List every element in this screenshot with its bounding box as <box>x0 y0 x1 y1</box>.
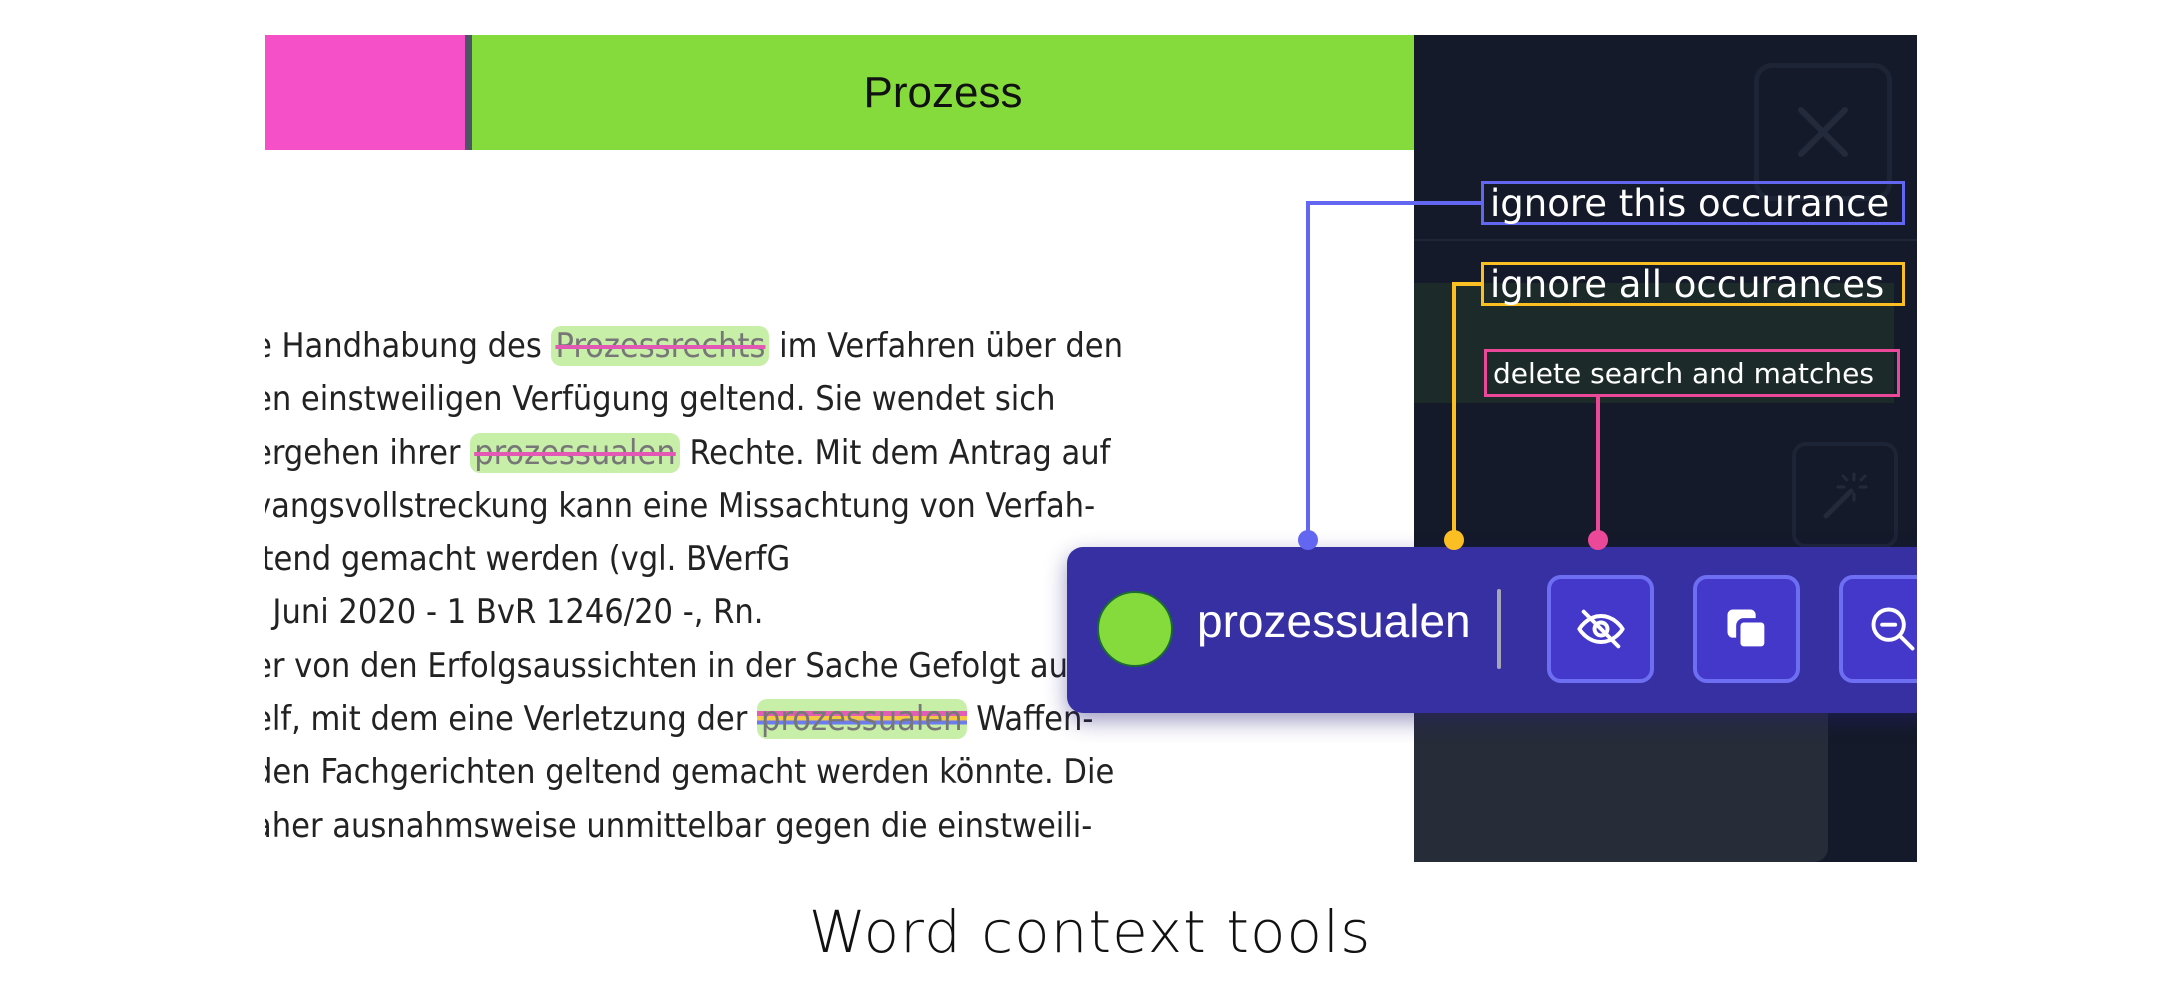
text-run: ltend gemacht werden (vgl. BVerfG <box>265 539 791 580</box>
document-line: ergehen ihrer prozessualen Rechte. Mit d… <box>265 427 1153 480</box>
eye-off-icon <box>1576 609 1625 649</box>
magic-wand-icon <box>1823 472 1868 519</box>
text-run: . Juni 2020 - 1 BvR 1246/20 -, Rn. <box>265 592 764 633</box>
copy-icon <box>1727 609 1769 651</box>
zoom-out-icon <box>1871 607 1914 651</box>
text-run: e Handhabung des <box>265 326 552 366</box>
document-line: e Handhabung des Prozessrechts im Verfah… <box>265 320 1153 373</box>
text-run: Rechte. Mit dem Antrag auf <box>679 432 1111 473</box>
toolbar-divider <box>1497 589 1501 669</box>
ignore-all-occurrences-button[interactable] <box>1693 575 1800 683</box>
category-tag-prozess[interactable]: Prozess <box>472 35 1414 150</box>
category-tag-label: Prozess <box>863 67 1023 117</box>
category-tag-pink[interactable] <box>265 35 465 150</box>
document-line: en einstweiligen Verfügung geltend. Sie … <box>265 373 1153 426</box>
ignore-this-occurrence-button[interactable] <box>1547 575 1654 683</box>
text-run: er von den Erfolgsaussichten in der Sach… <box>265 645 1105 686</box>
document-line: den Fachgerichten geltend gemacht werden… <box>265 746 1153 799</box>
figure-caption: Word context tools <box>808 898 1372 966</box>
document-line: er von den Erfolgsaussichten in der Sach… <box>265 640 1153 693</box>
app-screenshot: Prozess e Handhabung des Prozessrechts i… <box>265 35 1917 862</box>
tag-divider <box>465 35 472 150</box>
document-line: elf, mit dem eine Verletzung der prozess… <box>265 693 1153 746</box>
document-line: aher ausnahmsweise unmittelbar gegen die… <box>265 800 1153 853</box>
text-run: den Fachgerichten geltend gemacht werden… <box>265 752 1115 793</box>
highlighted-match[interactable]: Prozessrechts <box>551 326 770 366</box>
word-context-toolbar: prozessualen <box>1067 547 1917 713</box>
category-color-dot <box>1097 591 1173 667</box>
annotation-ignore-this: ignore this occurance <box>1481 181 1905 225</box>
text-run: elf, mit dem eine Verletzung der <box>265 699 758 740</box>
document-text: e Handhabung des Prozessrechts im Verfah… <box>265 320 1153 853</box>
selected-word: prozessualen <box>1197 595 1471 647</box>
text-run: vangsvollstreckung kann eine Missachtung… <box>265 485 1096 526</box>
text-run: en einstweiligen Verfügung geltend. Sie … <box>265 379 1056 420</box>
text-run: aher ausnahmsweise unmittelbar gegen die… <box>265 805 1093 846</box>
document-line: . Juni 2020 - 1 BvR 1246/20 -, Rn. <box>265 586 1153 639</box>
annotation-label: ignore this occurance <box>1490 181 1890 225</box>
sidebar-divider <box>1414 239 1917 241</box>
close-icon <box>1798 107 1848 157</box>
annotation-label: delete search and matches <box>1493 356 1874 390</box>
highlighted-match[interactable]: prozessualen <box>470 432 680 473</box>
highlighted-match[interactable]: prozessualen <box>757 699 967 740</box>
document-line: vangsvollstreckung kann eine Missachtung… <box>265 480 1153 533</box>
annotation-ignore-all: ignore all occurances <box>1481 262 1905 306</box>
sidebar: Sachlicher Zulage <box>1414 35 1917 862</box>
magic-wand-button[interactable] <box>1792 442 1898 548</box>
delete-search-button[interactable] <box>1839 575 1917 683</box>
text-run: im Verfahren über den <box>769 326 1124 366</box>
document-line: ltend gemacht werden (vgl. BVerfG <box>265 533 1153 586</box>
annotation-label: ignore all occurances <box>1490 262 1885 306</box>
text-run: ergehen ihrer <box>265 432 471 473</box>
annotation-delete-search: delete search and matches <box>1484 349 1900 397</box>
